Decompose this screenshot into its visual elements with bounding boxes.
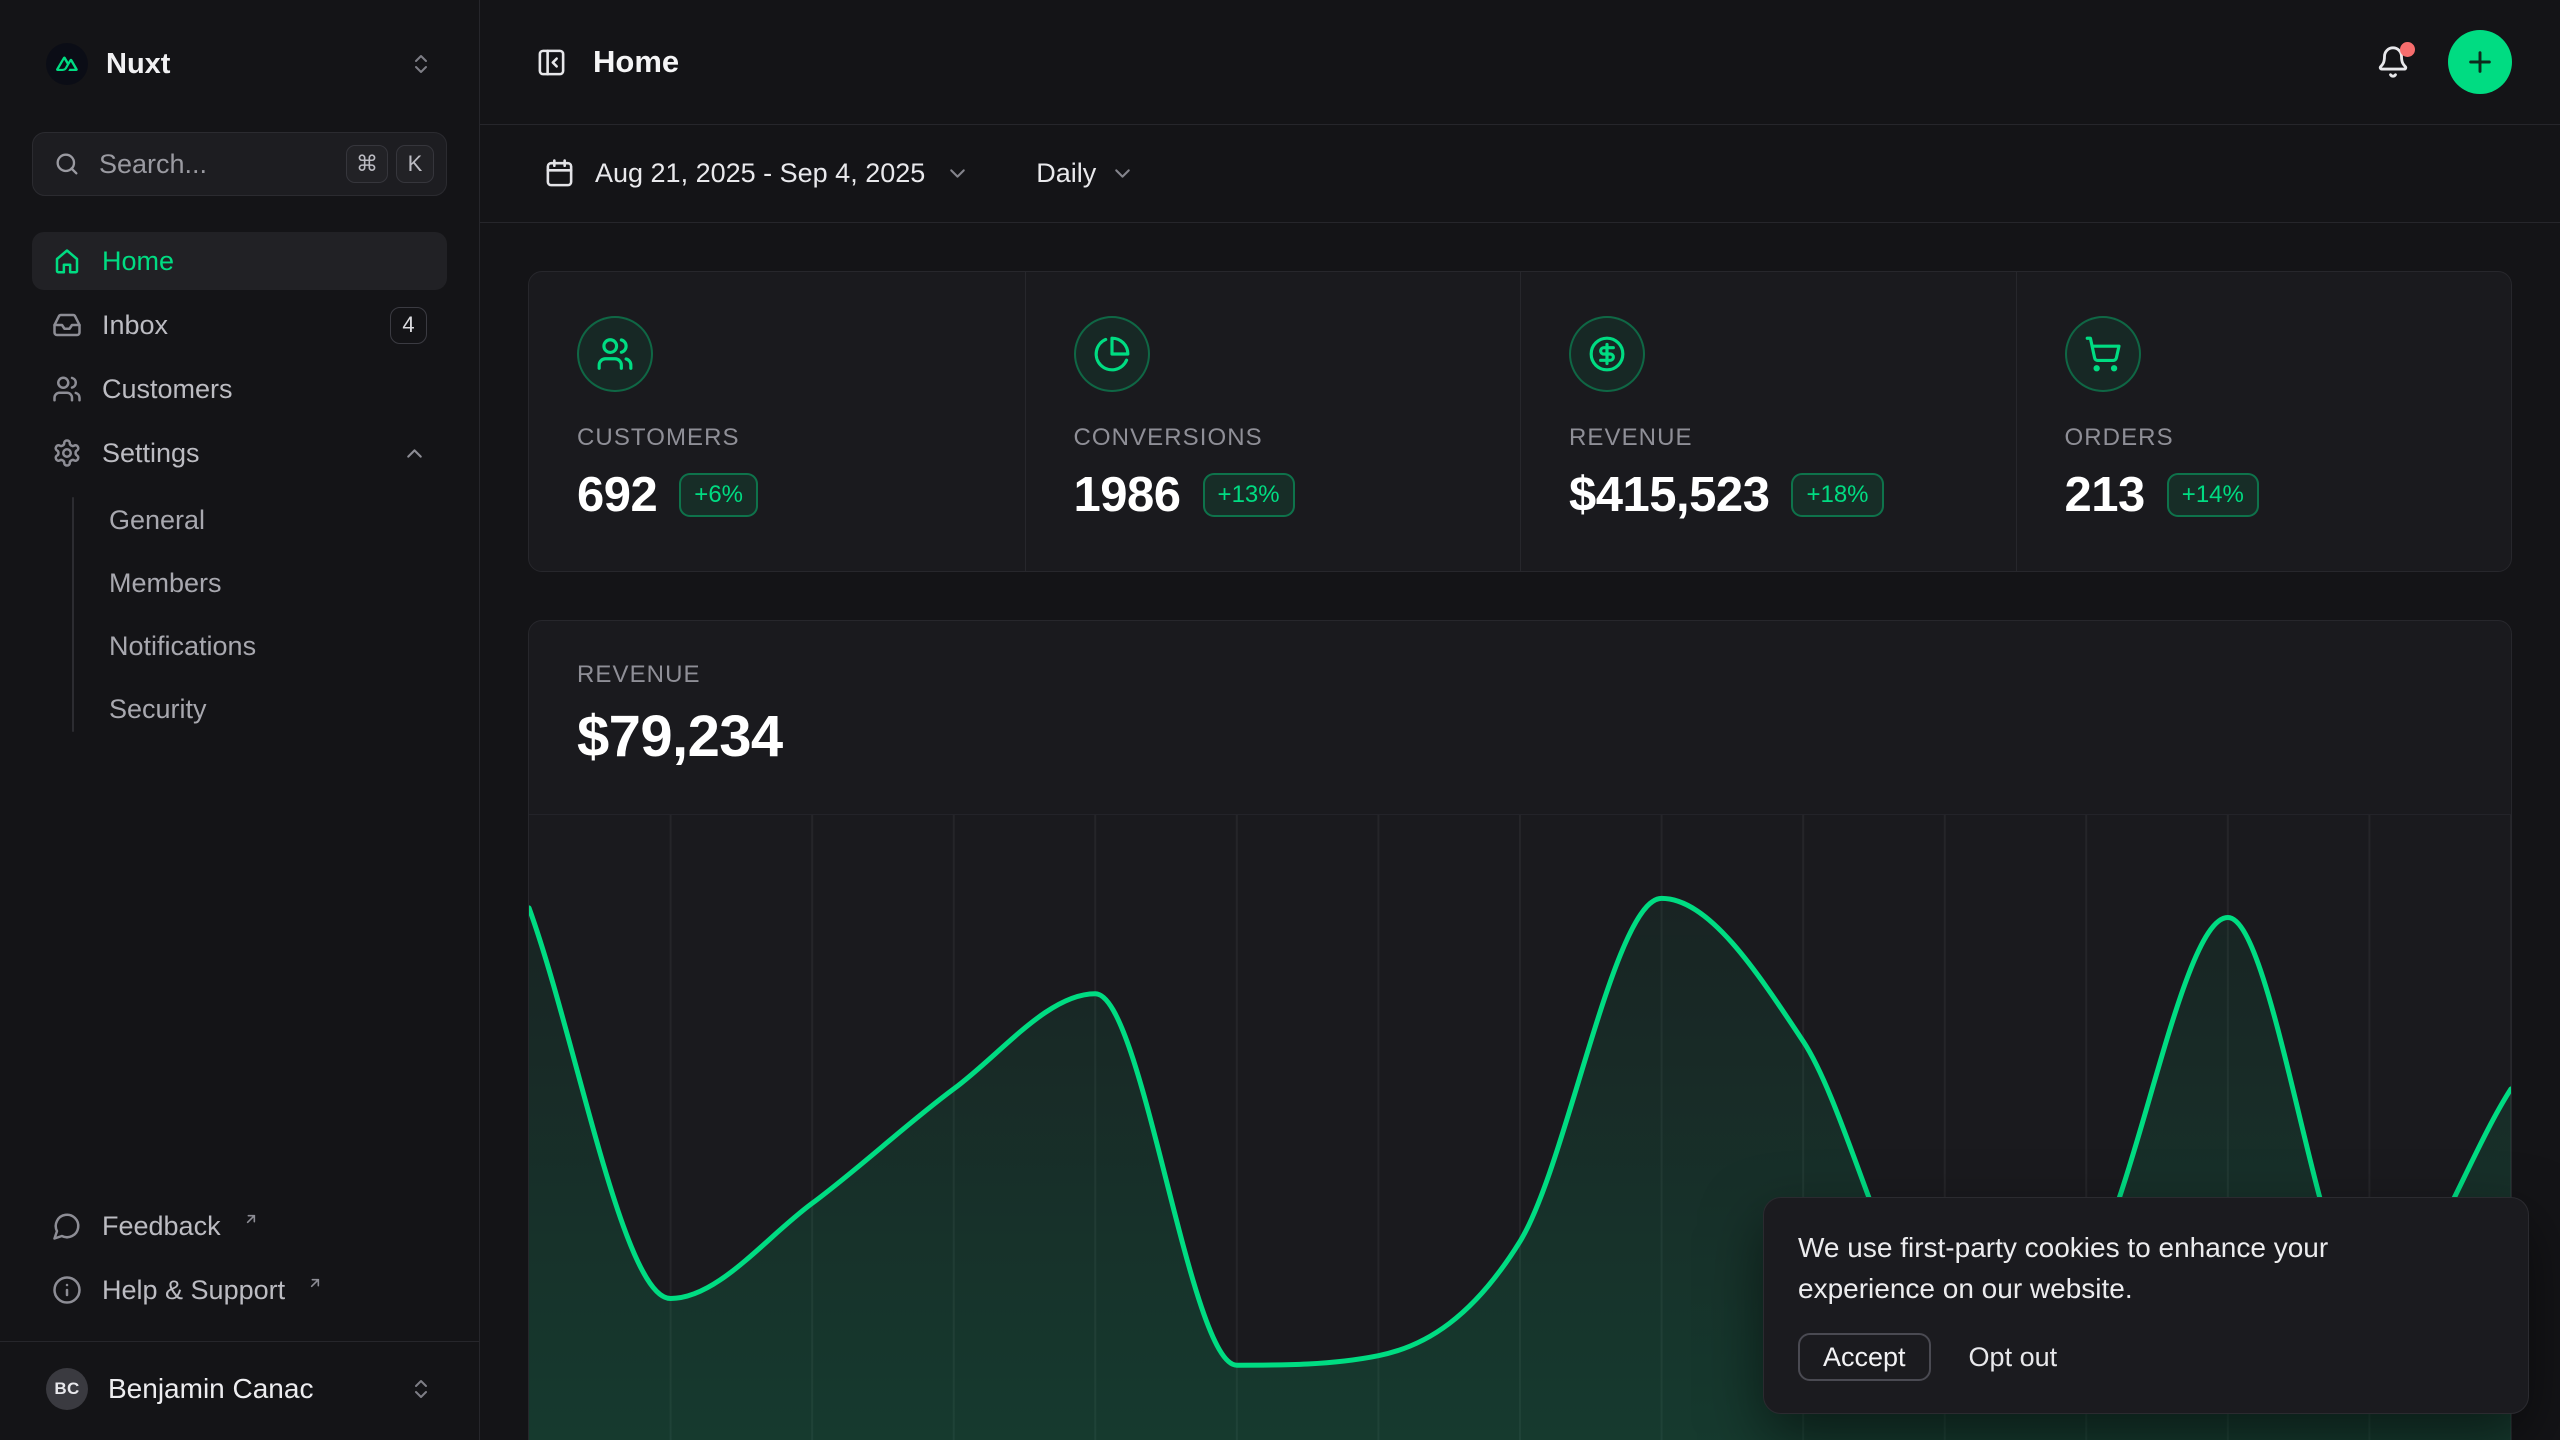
page-header: Home xyxy=(480,0,2560,125)
unread-dot xyxy=(2400,42,2415,57)
search-placeholder: Search... xyxy=(99,149,328,180)
stat-card-revenue: REVENUE $415,523 +18% xyxy=(1520,272,2016,571)
settings-icon xyxy=(52,438,82,468)
stat-delta-badge: +13% xyxy=(1203,473,1295,517)
info-icon xyxy=(52,1275,82,1305)
granularity-select[interactable]: Daily xyxy=(1036,158,1135,189)
pie-icon xyxy=(1074,316,1150,392)
plus-icon xyxy=(2464,46,2496,78)
chevrons-up-down-icon xyxy=(409,1377,433,1401)
kbd-cmd: ⌘ xyxy=(346,145,388,183)
sidebar-item-label: Settings xyxy=(102,438,200,469)
stats-cards: CUSTOMERS 692 +6% CONVERSIONS 1986 +13% … xyxy=(528,271,2512,572)
granularity-value: Daily xyxy=(1036,158,1096,189)
sidebar-subitem-security[interactable]: Security xyxy=(105,680,447,738)
filters-toolbar: Aug 21, 2025 - Sep 4, 2025 Daily xyxy=(480,125,2560,223)
stat-card-conversions: CONVERSIONS 1986 +13% xyxy=(1025,272,1521,571)
sidebar-item-label: Home xyxy=(102,246,174,277)
user-menu[interactable]: BC Benjamin Canac xyxy=(32,1342,447,1440)
sidebar-nav: Home Inbox 4 Customers Settings General Member… xyxy=(32,232,447,738)
sidebar-item-inbox[interactable]: Inbox 4 xyxy=(32,296,447,354)
kbd-k: K xyxy=(396,145,434,183)
stat-value: 213 xyxy=(2065,467,2145,523)
home-icon xyxy=(52,246,82,276)
stat-label: REVENUE xyxy=(1569,424,1968,452)
date-range-value: Aug 21, 2025 - Sep 4, 2025 xyxy=(595,158,925,189)
sidebar-subitem-notifications[interactable]: Notifications xyxy=(105,617,447,675)
sidebar-collapse-button[interactable] xyxy=(536,47,567,78)
stat-delta-badge: +14% xyxy=(2167,473,2259,517)
chevrons-up-down-icon xyxy=(409,52,433,76)
cookie-actions: Accept Opt out xyxy=(1798,1333,2494,1381)
stat-value: $415,523 xyxy=(1569,467,1769,523)
team-selector[interactable]: Nuxt xyxy=(32,36,447,92)
avatar: BC xyxy=(46,1368,88,1410)
search-kbd-hints: ⌘ K xyxy=(346,145,434,183)
panel-left-close-icon xyxy=(536,47,567,78)
stat-label: ORDERS xyxy=(2065,424,2464,452)
stat-delta-badge: +18% xyxy=(1791,473,1883,517)
sidebar-subitem-label: Members xyxy=(109,568,222,599)
sidebar-item-label: Help & Support xyxy=(102,1275,285,1306)
stat-card-customers: CUSTOMERS 692 +6% xyxy=(529,272,1025,571)
optout-cookies-button[interactable]: Opt out xyxy=(1969,1342,2058,1373)
revenue-chart-value: $79,234 xyxy=(577,703,2463,770)
sidebar: Nuxt Search... ⌘ K Home Inbox 4 Customers Se… xyxy=(0,0,480,1440)
stat-delta-badge: +6% xyxy=(679,473,758,517)
cart-icon xyxy=(2065,316,2141,392)
sidebar-subitem-general[interactable]: General xyxy=(105,491,447,549)
sidebar-subitem-members[interactable]: Members xyxy=(105,554,447,612)
external-link-icon xyxy=(243,1211,259,1227)
cookie-message: We use first-party cookies to enhance yo… xyxy=(1798,1228,2428,1309)
sidebar-footer-nav: Feedback Help & Support xyxy=(32,1197,447,1341)
sidebar-footer: Feedback Help & Support BC Benjamin Canac xyxy=(32,1197,447,1440)
nuxt-logo-icon xyxy=(46,43,88,85)
stat-card-orders: ORDERS 213 +14% xyxy=(2016,272,2512,571)
user-name: Benjamin Canac xyxy=(108,1373,313,1405)
accept-cookies-button[interactable]: Accept xyxy=(1798,1333,1931,1381)
sidebar-item-feedback[interactable]: Feedback xyxy=(32,1197,447,1255)
cookie-banner: We use first-party cookies to enhance yo… xyxy=(1763,1197,2529,1414)
chevron-down-icon xyxy=(1110,161,1135,186)
sidebar-subitem-label: Notifications xyxy=(109,631,256,662)
sidebar-item-help-support[interactable]: Help & Support xyxy=(32,1261,447,1319)
sidebar-item-settings[interactable]: Settings xyxy=(32,424,447,482)
stat-value: 692 xyxy=(577,467,657,523)
stat-value: 1986 xyxy=(1074,467,1181,523)
sidebar-subitem-label: General xyxy=(109,505,205,536)
chevron-down-icon xyxy=(945,161,970,186)
sidebar-item-label: Customers xyxy=(102,374,233,405)
search-input[interactable]: Search... ⌘ K xyxy=(32,132,447,196)
sidebar-subnav: General Members Notifications Security xyxy=(32,491,447,738)
sidebar-item-label: Feedback xyxy=(102,1211,221,1242)
dollar-icon xyxy=(1569,316,1645,392)
stat-label: CONVERSIONS xyxy=(1074,424,1473,452)
team-name: Nuxt xyxy=(106,48,170,81)
notifications-button[interactable] xyxy=(2376,45,2410,79)
revenue-chart-header: REVENUE $79,234 xyxy=(529,621,2511,814)
date-range-picker[interactable]: Aug 21, 2025 - Sep 4, 2025 xyxy=(544,158,970,189)
dashboard-page: { "accent": "#00dc82", "sidebar": { "tea… xyxy=(0,0,2560,1440)
search-icon xyxy=(53,150,81,178)
users-icon xyxy=(577,316,653,392)
stat-label: CUSTOMERS xyxy=(577,424,977,452)
page-title: Home xyxy=(593,44,679,80)
revenue-chart-label: REVENUE xyxy=(577,661,2463,689)
add-button[interactable] xyxy=(2448,30,2512,94)
external-link-icon xyxy=(307,1275,323,1291)
sidebar-subitem-label: Security xyxy=(109,694,207,725)
users-icon xyxy=(52,374,82,404)
message-icon xyxy=(52,1211,82,1241)
sidebar-item-label: Inbox xyxy=(102,310,168,341)
sidebar-item-home[interactable]: Home xyxy=(32,232,447,290)
sidebar-item-customers[interactable]: Customers xyxy=(32,360,447,418)
inbox-icon xyxy=(52,310,82,340)
header-actions xyxy=(2376,30,2512,94)
calendar-icon xyxy=(544,158,575,189)
inbox-count-badge: 4 xyxy=(390,307,427,344)
chevron-up-icon xyxy=(402,441,427,466)
